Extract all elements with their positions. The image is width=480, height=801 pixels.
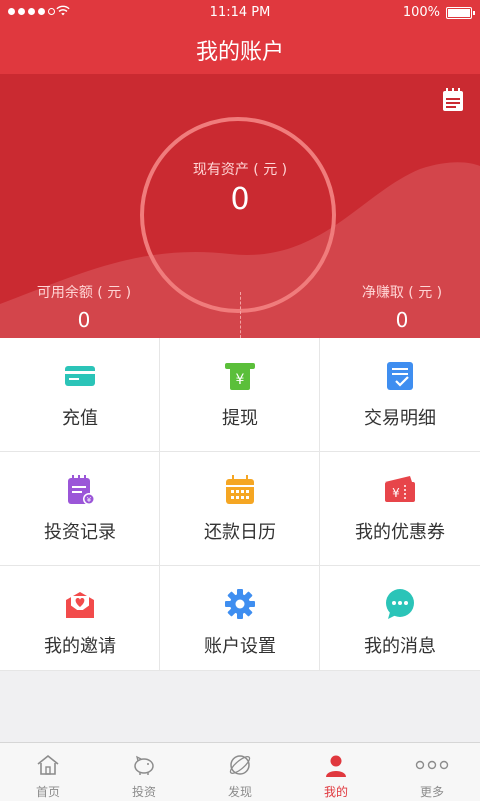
svg-text:¥: ¥ bbox=[392, 486, 400, 500]
net-earnings: 净赚取 ( 元 ) 0 bbox=[322, 282, 480, 332]
battery-percent: 100% bbox=[402, 5, 440, 20]
menu-recharge[interactable]: 充值 bbox=[0, 338, 160, 452]
investment-record-icon: ¥ bbox=[68, 475, 95, 505]
menu-label: 提现 bbox=[222, 408, 258, 429]
menu-label: 充值 bbox=[62, 408, 98, 429]
piggy-bank-icon bbox=[134, 755, 154, 775]
menu-withdraw[interactable]: ¥ 提现 bbox=[160, 338, 320, 452]
menu-label: 我的邀请 bbox=[44, 636, 116, 657]
current-assets-label: 现有资产 ( 元 ) bbox=[192, 162, 288, 178]
menu-label: 我的优惠券 bbox=[355, 522, 445, 543]
menu-label: 账户设置 bbox=[204, 636, 276, 657]
invite-heart-icon bbox=[66, 592, 94, 618]
net-earnings-value: 0 bbox=[395, 308, 409, 332]
menu-label: 还款日历 bbox=[204, 522, 276, 543]
tab-mine[interactable]: 我的 bbox=[288, 743, 384, 801]
tab-home[interactable]: 首页 bbox=[0, 743, 96, 801]
menu-label: 投资记录 bbox=[44, 522, 116, 543]
tab-label: 我的 bbox=[323, 785, 348, 799]
status-bar: 11:14 PM 100% bbox=[0, 0, 480, 24]
bottom-tab-bar: 首页 投资 发现 我的 更多 bbox=[0, 742, 480, 801]
menu-my-invitations[interactable]: 我的邀请 bbox=[0, 566, 160, 671]
tab-more[interactable]: 更多 bbox=[384, 743, 480, 801]
available-balance-label: 可用余额 ( 元 ) bbox=[36, 285, 132, 301]
tab-label: 首页 bbox=[35, 785, 60, 799]
tab-discover[interactable]: 发现 bbox=[192, 743, 288, 801]
available-balance: 可用余额 ( 元 ) 0 bbox=[4, 282, 164, 332]
tab-label: 投资 bbox=[131, 785, 156, 799]
menu-my-coupons[interactable]: ¥ 我的优惠券 bbox=[320, 452, 480, 566]
page-title: 我的账户 bbox=[195, 40, 284, 65]
user-icon bbox=[326, 755, 346, 777]
battery-icon bbox=[446, 7, 475, 19]
home-icon bbox=[37, 754, 59, 775]
svg-text:¥: ¥ bbox=[87, 496, 92, 504]
planet-icon bbox=[229, 755, 251, 775]
menu-my-messages[interactable]: 我的消息 bbox=[320, 566, 480, 671]
more-dots-icon bbox=[415, 760, 449, 770]
coupon-icon: ¥ bbox=[385, 476, 415, 502]
gear-icon bbox=[225, 589, 255, 619]
menu-repayment-calendar[interactable]: 还款日历 bbox=[160, 452, 320, 566]
atm-withdraw-icon: ¥ bbox=[225, 363, 255, 390]
chat-bubble-icon bbox=[386, 589, 414, 619]
checklist-icon bbox=[387, 362, 413, 390]
menu-transaction-details[interactable]: 交易明细 bbox=[320, 338, 480, 452]
menu-label: 我的消息 bbox=[364, 636, 436, 657]
menu-investment-record[interactable]: ¥ 投资记录 bbox=[0, 452, 160, 566]
menu-grid: 充值 ¥ 提现 交易明细 ¥ 投资记录 还款日历 ¥ 我的优惠券 我的邀请 账户… bbox=[0, 338, 480, 671]
tab-label: 更多 bbox=[419, 785, 444, 799]
card-icon bbox=[65, 366, 95, 386]
tab-invest[interactable]: 投资 bbox=[96, 743, 192, 801]
tab-label: 发现 bbox=[227, 785, 252, 799]
notepad-icon[interactable] bbox=[440, 87, 466, 113]
available-balance-value: 0 bbox=[77, 308, 91, 332]
net-earnings-label: 净赚取 ( 元 ) bbox=[361, 285, 443, 301]
menu-account-settings[interactable]: 账户设置 bbox=[160, 566, 320, 671]
calendar-icon bbox=[226, 475, 254, 504]
menu-label: 交易明细 bbox=[364, 408, 436, 429]
stat-divider bbox=[240, 292, 241, 338]
svg-text:¥: ¥ bbox=[236, 372, 245, 388]
current-assets-value: 0 bbox=[230, 182, 250, 217]
